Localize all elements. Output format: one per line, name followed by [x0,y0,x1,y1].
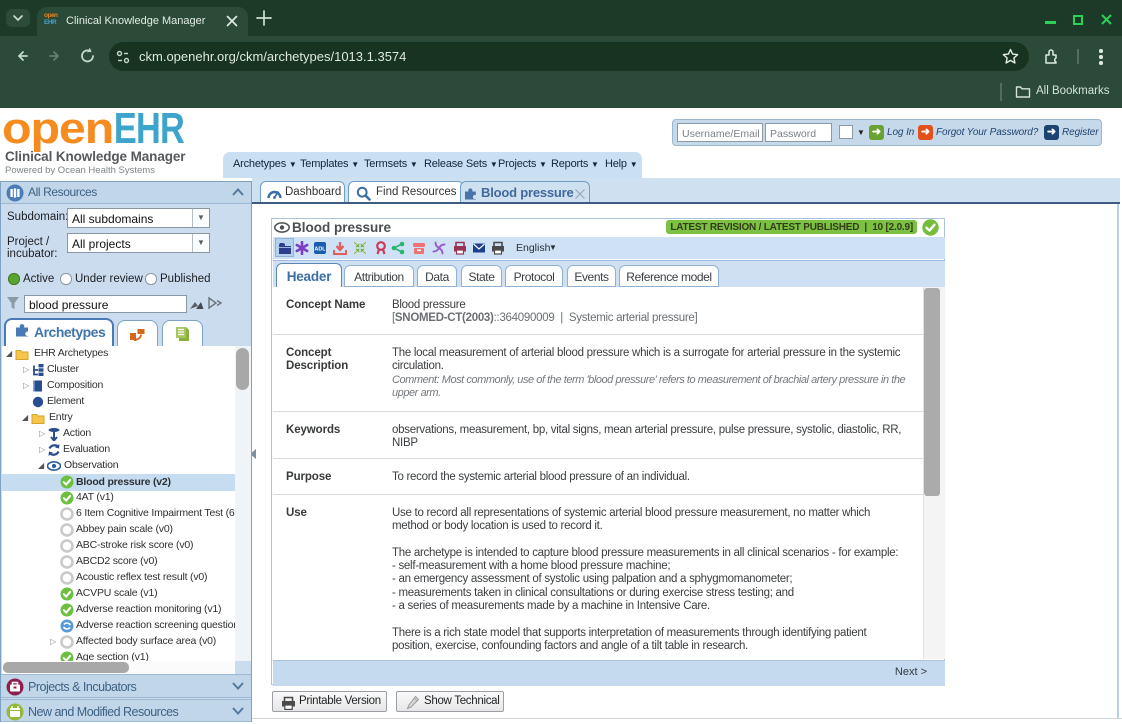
svg-text:ADL: ADL [314,247,326,253]
